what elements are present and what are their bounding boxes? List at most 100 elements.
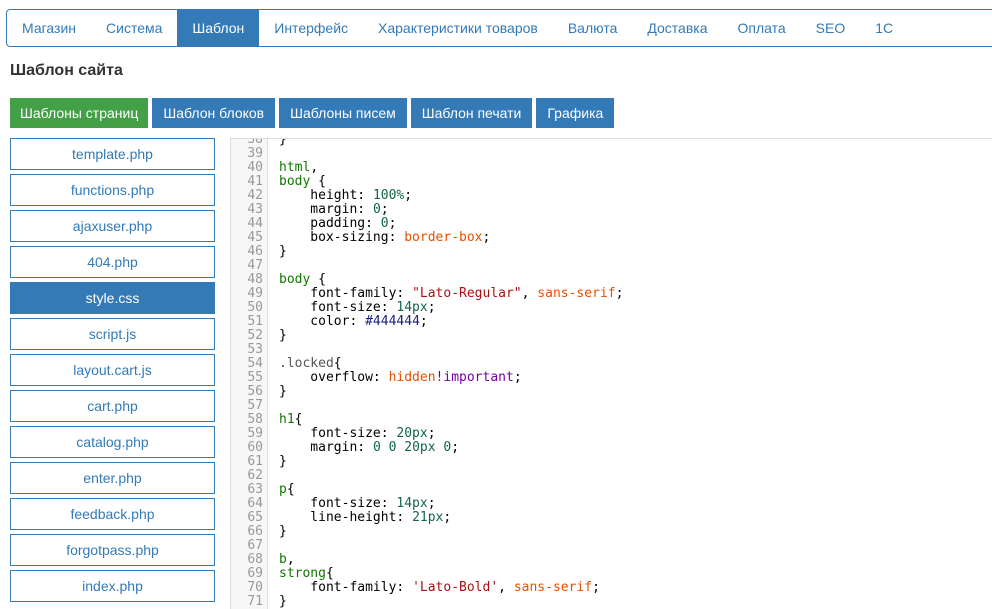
file-item[interactable]: functions.php — [10, 174, 215, 206]
file-list: template.php functions.php ajaxuser.php 404… — [10, 138, 215, 606]
tab-3[interactable]: Интерфейс — [259, 10, 363, 46]
file-item[interactable]: forgotpass.php — [10, 534, 215, 566]
code-token: html — [279, 160, 311, 175]
tab-2[interactable]: Шаблон — [177, 10, 260, 46]
code-text: } — [263, 595, 287, 609]
code-token: 14px — [396, 496, 428, 511]
code-token: } — [279, 594, 287, 609]
file-item[interactable]: enter.php — [10, 462, 215, 494]
code-lines[interactable]: 38} 39 40 html, 41 body {42 height: 100%; 43 m… — [231, 139, 992, 609]
file-item[interactable]: script.js — [10, 318, 215, 350]
code-token: ; — [443, 510, 452, 525]
page-title: Шаблон сайта — [10, 62, 123, 79]
tab-6[interactable]: Доставка — [632, 10, 722, 46]
section-button-2[interactable]: Шаблоны писем — [279, 98, 407, 128]
file-item[interactable]: template.php — [10, 138, 215, 170]
line-number: 59 — [247, 426, 263, 441]
code-text: } — [263, 385, 287, 399]
file-item[interactable]: 404.php — [10, 246, 215, 278]
file-item[interactable]: layout.cart.js — [10, 354, 215, 386]
code-text: } — [263, 139, 287, 147]
section-button-0[interactable]: Шаблоны страниц — [10, 98, 149, 128]
file-item[interactable]: cart.php — [10, 390, 215, 422]
code-token: , — [521, 286, 538, 301]
top-nav: Магазин Система Шаблон Интерфейс Характерист… — [6, 9, 992, 47]
code-token: strong — [279, 566, 326, 581]
code-line: 43 margin: 0; — [231, 203, 992, 217]
code-line: 69 strong{ — [231, 567, 992, 581]
code-line: 56} — [231, 385, 992, 399]
code-token: ; — [419, 314, 428, 329]
code-token: body — [279, 272, 311, 287]
code-token: ; — [427, 426, 436, 441]
code-text: font-size: 20px; — [263, 426, 436, 441]
code-token: 0 — [372, 440, 381, 455]
tab-8[interactable]: SEO — [801, 10, 861, 46]
code-line: 38} — [231, 139, 992, 147]
line-number: 50 — [247, 300, 263, 315]
code-token: { — [294, 412, 303, 427]
code-token: 21px — [412, 510, 444, 525]
code-token: box-sizing — [279, 230, 389, 245]
code-token: , — [286, 552, 295, 567]
code-text: font-size: 14px; — [263, 496, 435, 511]
section-button-4[interactable]: Графика — [536, 98, 615, 128]
code-text: box-sizing: border-box; — [263, 231, 490, 245]
file-item[interactable]: index.php — [10, 570, 215, 602]
line-number: 65 — [247, 510, 263, 525]
code-token: 'Lato-Bold' — [412, 580, 499, 595]
code-token: p — [279, 482, 287, 497]
code-text: line-height: 21px; — [263, 511, 451, 525]
line-number: 62 — [247, 468, 263, 483]
tab-0[interactable]: Магазин — [7, 10, 91, 46]
line-number: 61 — [247, 454, 263, 469]
code-text: body { — [263, 273, 326, 287]
code-editor[interactable]: 38} 39 40 html, 41 body {42 height: 100%; 43 m… — [230, 138, 992, 609]
file-item[interactable]: catalog.php — [10, 426, 215, 458]
code-line: 61} — [231, 455, 992, 469]
file-item[interactable]: style.css — [10, 282, 215, 314]
code-text: .locked{ — [263, 357, 342, 371]
code-text: p{ — [263, 483, 295, 497]
code-token: ; — [513, 370, 522, 385]
code-line: 40 html, — [231, 161, 992, 175]
code-line: 44 padding: 0; — [231, 217, 992, 231]
code-line: 70 font-family: 'Lato-Bold', sans-serif; — [231, 581, 992, 595]
code-token: { — [310, 272, 326, 287]
code-token: ; — [388, 216, 397, 231]
code-line: 48 body { — [231, 273, 992, 287]
code-token: : — [372, 370, 389, 385]
tab-7[interactable]: Оплата — [722, 10, 800, 46]
code-line: 67 — [231, 539, 992, 553]
tab-1[interactable]: Система — [91, 10, 177, 46]
section-button-1[interactable]: Шаблон блоков — [152, 98, 276, 128]
tab-9[interactable]: 1C — [860, 10, 908, 46]
tab-5[interactable]: Валюта — [553, 10, 633, 46]
line-number: 67 — [247, 538, 263, 553]
code-line: 53 — [231, 343, 992, 357]
code-token: 14px — [396, 300, 428, 315]
file-item[interactable]: ajaxuser.php — [10, 210, 215, 242]
line-number: 47 — [247, 258, 263, 273]
code-line: 45 box-sizing: border-box; — [231, 231, 992, 245]
code-line: 57 — [231, 399, 992, 413]
line-number: 41 — [247, 174, 263, 189]
section-button-3[interactable]: Шаблон печати — [410, 98, 533, 128]
line-number: 43 — [247, 202, 263, 217]
code-line: 52} — [231, 329, 992, 343]
line-number: 52 — [247, 328, 263, 343]
code-line: 41 body { — [231, 175, 992, 189]
line-number: 70 — [247, 580, 263, 595]
line-number: 55 — [247, 370, 263, 385]
code-token: ; — [482, 230, 491, 245]
code-token: height — [279, 188, 358, 203]
tab-4[interactable]: Характеристики товаров — [363, 10, 553, 46]
code-token: : — [380, 300, 397, 315]
line-number: 69 — [247, 566, 263, 581]
file-item[interactable]: feedback.php — [10, 498, 215, 530]
code-text: } — [263, 455, 287, 469]
code-text: color: #444444; — [263, 314, 428, 329]
